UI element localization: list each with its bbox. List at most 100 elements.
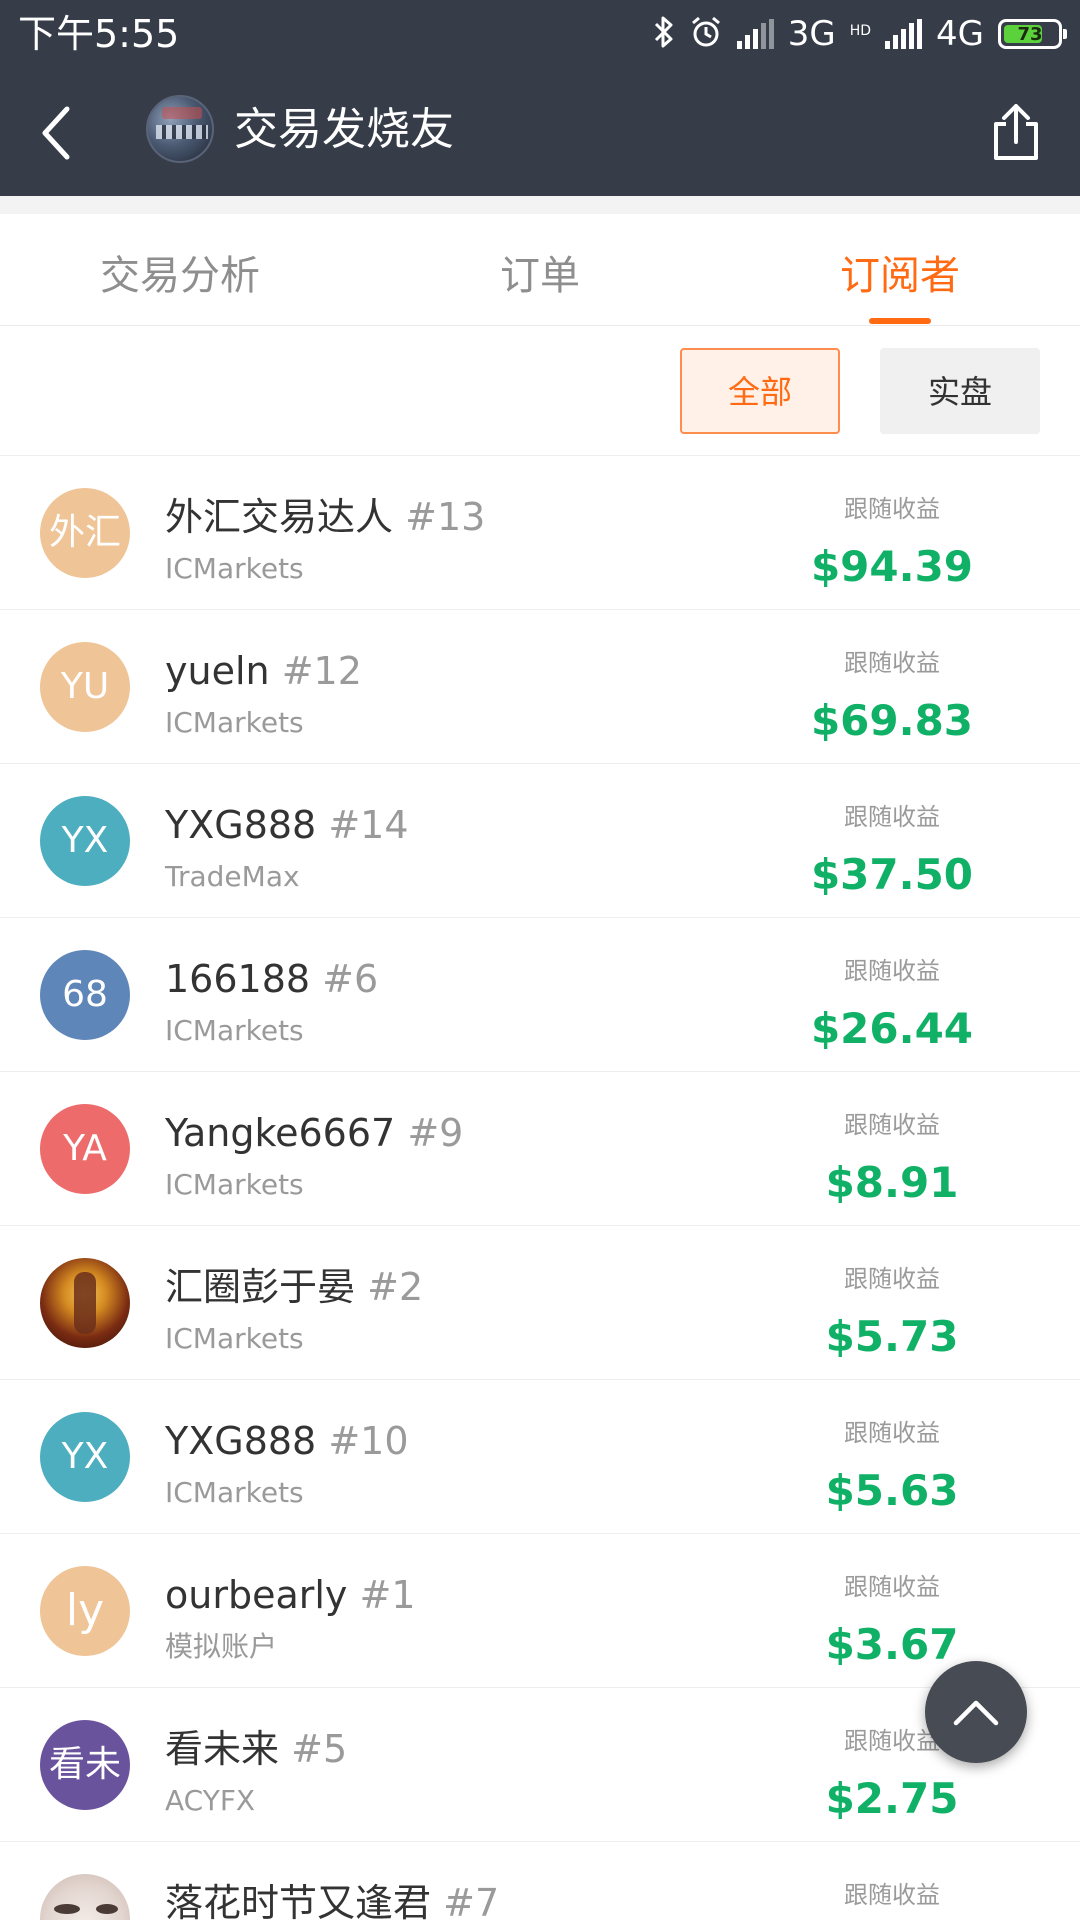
follow-return-label: 跟随收益 (844, 1881, 940, 1909)
section-divider (0, 196, 1080, 214)
subscriber-rank: #7 (443, 1881, 500, 1920)
share-button[interactable] (988, 102, 1044, 164)
subscriber-row[interactable]: 看未 看未来 #5 ACYFX 跟随收益 $2.75 (0, 1688, 1080, 1842)
active-tab-indicator (869, 318, 931, 324)
follow-return-value: $5.63 (825, 1466, 959, 1515)
follow-return-value: $37.50 (810, 850, 974, 899)
chevron-left-icon (42, 106, 70, 160)
follow-return-label: 跟随收益 (844, 957, 940, 985)
follow-return-label: 跟随收益 (844, 649, 940, 677)
subscriber-name: YXG888 (165, 803, 317, 847)
follow-return-value: $3.67 (825, 1620, 959, 1669)
subscriber-broker: ICMarkets (165, 1014, 304, 1047)
header: 交易发烧友 (0, 70, 1080, 196)
signal-strength-icon (885, 19, 923, 49)
subscriber-name: YXG888 (165, 1419, 317, 1463)
subscriber-name-line: 外汇交易达人 #13 (165, 494, 485, 540)
follow-return-label: 跟随收益 (844, 495, 940, 523)
avatar (40, 1258, 130, 1348)
subscriber-broker: ICMarkets (165, 552, 304, 585)
subscriber-rank: #12 (281, 649, 362, 693)
subscriber-name-line: yueln #12 (165, 648, 362, 694)
subscriber-list: 外汇 外汇交易达人 #13 ICMarkets 跟随收益 $94.39 YU y… (0, 456, 1080, 1920)
follow-return-value: $26.44 (810, 1004, 974, 1053)
battery-percent: 73 (1017, 23, 1043, 45)
follow-return-value: $94.39 (810, 542, 974, 591)
subscriber-row[interactable]: ly ourbearly #1 模拟账户 跟随收益 $3.67 (0, 1534, 1080, 1688)
network-hd-badge: HD (849, 23, 872, 40)
subscriber-row[interactable]: YX YXG888 #14 TradeMax 跟随收益 $37.50 (0, 764, 1080, 918)
follow-return-value: $5.73 (825, 1312, 959, 1361)
tab-subscribers[interactable]: 订阅者 (720, 214, 1080, 326)
status-bar: 下午5:55 3G HD 4G 73 (0, 0, 1080, 70)
share-icon (994, 104, 1038, 160)
follow-return-value: $2.75 (825, 1774, 959, 1823)
subscriber-broker: ICMarkets (165, 1322, 304, 1355)
subscriber-rank: #5 (291, 1727, 348, 1771)
subscriber-row[interactable]: 落花时节又逢君 #7 跟随收益 (0, 1842, 1080, 1920)
subscriber-name-line: YXG888 #10 (165, 1418, 409, 1464)
subscriber-broker: ICMarkets (165, 1168, 304, 1201)
app-screen: 下午5:55 3G HD 4G 73 交易发烧友 交易分析 订单 订阅者 全部 … (0, 0, 1080, 1920)
subscriber-name-line: 看未来 #5 (165, 1726, 347, 1772)
subscriber-row[interactable]: YU yueln #12 ICMarkets 跟随收益 $69.83 (0, 610, 1080, 764)
subscriber-broker: TradeMax (165, 860, 300, 893)
subscriber-name-line: ourbearly #1 (165, 1572, 416, 1618)
subscriber-rank: #10 (328, 1419, 409, 1463)
chevron-up-icon (953, 1700, 999, 1726)
subscriber-name: yueln (165, 649, 270, 693)
subscriber-rank: #9 (407, 1111, 464, 1155)
channel-avatar[interactable] (146, 95, 214, 163)
follow-return-label: 跟随收益 (844, 1573, 940, 1601)
follow-return-label: 跟随收益 (844, 803, 940, 831)
network-3g-label: 3G (787, 14, 836, 54)
subscriber-rank: #1 (359, 1573, 416, 1617)
subscriber-name: 汇圈彭于晏 (165, 1265, 356, 1309)
back-button[interactable] (28, 100, 84, 166)
status-time: 下午5:55 (18, 12, 180, 56)
filter-real-account-button[interactable]: 实盘 (880, 348, 1040, 434)
avatar: 外汇 (40, 488, 130, 578)
avatar: YA (40, 1104, 130, 1194)
subscriber-name: 看未来 (165, 1727, 280, 1771)
subscriber-name: Yangke6667 (165, 1111, 396, 1155)
avatar: YX (40, 796, 130, 886)
follow-return-value: $69.83 (810, 696, 974, 745)
subscriber-name-line: 166188 #6 (165, 956, 378, 1002)
subscriber-broker: ICMarkets (165, 706, 304, 739)
network-4g-label: 4G (936, 14, 984, 54)
alarm-icon (689, 15, 723, 53)
top-bar: 下午5:55 3G HD 4G 73 交易发烧友 (0, 0, 1080, 196)
subscriber-name: ourbearly (165, 1573, 348, 1617)
subscriber-broker: ACYFX (165, 1784, 256, 1817)
subscriber-name-line: YXG888 #14 (165, 802, 409, 848)
subscriber-row[interactable]: YX YXG888 #10 ICMarkets 跟随收益 $5.63 (0, 1380, 1080, 1534)
avatar: YX (40, 1412, 130, 1502)
subscriber-row[interactable]: 汇圈彭于晏 #2 ICMarkets 跟随收益 $5.73 (0, 1226, 1080, 1380)
subscriber-rank: #6 (322, 957, 379, 1001)
subscriber-name-line: 落花时节又逢君 #7 (165, 1880, 499, 1920)
subscriber-name: 166188 (165, 957, 311, 1001)
subscriber-name-line: Yangke6667 #9 (165, 1110, 463, 1156)
filter-bar: 全部 实盘 (0, 326, 1080, 456)
signal-strength-icon (736, 19, 774, 49)
avatar: YU (40, 642, 130, 732)
follow-return-value: $8.91 (825, 1158, 959, 1207)
subscriber-row[interactable]: YA Yangke6667 #9 ICMarkets 跟随收益 $8.91 (0, 1072, 1080, 1226)
filter-all-button[interactable]: 全部 (680, 348, 840, 434)
tab-orders[interactable]: 订单 (360, 214, 720, 326)
tab-trade-analysis[interactable]: 交易分析 (0, 214, 360, 326)
subscriber-rank: #14 (328, 803, 409, 847)
subscriber-rank: #13 (405, 495, 486, 539)
subscriber-name: 落花时节又逢君 (165, 1881, 432, 1920)
subscriber-row[interactable]: 外汇 外汇交易达人 #13 ICMarkets 跟随收益 $94.39 (0, 456, 1080, 610)
status-icons: 3G HD 4G 73 (653, 12, 1067, 56)
follow-return-label: 跟随收益 (844, 1419, 940, 1447)
subscriber-rank: #2 (367, 1265, 424, 1309)
subscriber-row[interactable]: 68 166188 #6 ICMarkets 跟随收益 $26.44 (0, 918, 1080, 1072)
subscriber-broker: ICMarkets (165, 1476, 304, 1509)
subscriber-name: 外汇交易达人 (165, 495, 394, 539)
subscriber-broker: 模拟账户 (165, 1630, 278, 1663)
scroll-to-top-button[interactable] (925, 1661, 1027, 1763)
avatar: ly (40, 1566, 130, 1656)
